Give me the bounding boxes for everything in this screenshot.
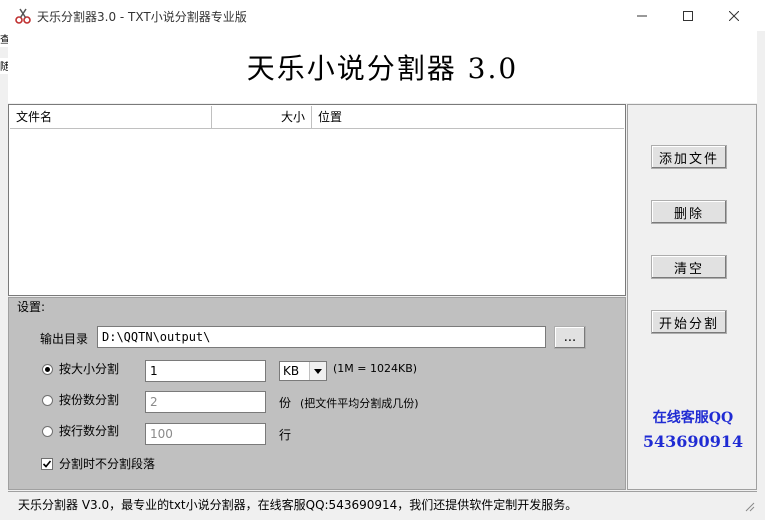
size-unit-select[interactable]: KB xyxy=(279,361,327,381)
title-bar: 天乐分割器3.0 - TXT小说分割器专业版 xyxy=(0,0,765,31)
parts-unit-label: 份 xyxy=(279,396,292,410)
close-button[interactable] xyxy=(711,0,757,31)
split-parts-input[interactable]: 2 xyxy=(145,391,266,413)
background-window-fragment: 查 xyxy=(0,31,8,47)
size-hint: (1M = 1024KB) xyxy=(333,362,418,375)
browse-button[interactable]: ... xyxy=(554,326,586,349)
support-label: 在线客服QQ xyxy=(652,410,734,426)
maximize-button[interactable] xyxy=(665,0,711,31)
settings-panel: 设置: 输出目录 D:\QQTN\output\ ... 按大小分割 1 KB … xyxy=(8,297,626,490)
minimize-button[interactable] xyxy=(619,0,665,31)
column-header-size[interactable]: 大小 xyxy=(212,106,312,128)
split-by-lines-label[interactable]: 按行数分割 xyxy=(59,422,119,439)
size-unit-value: KB xyxy=(283,364,300,378)
split-size-input[interactable]: 1 xyxy=(145,360,266,382)
split-lines-input[interactable]: 100 xyxy=(145,423,266,445)
app-title: 天乐小说分割器 3.0 xyxy=(246,52,519,85)
no-split-paragraph-label[interactable]: 分割时不分割段落 xyxy=(59,455,155,472)
start-split-button[interactable]: 开始分割 xyxy=(651,310,727,334)
output-dir-label: 输出目录 xyxy=(40,332,89,346)
clear-button[interactable]: 清空 xyxy=(651,255,727,279)
status-text: 天乐分割器 V3.0，最专业的txt小说分割器，在线客服QQ:543690914… xyxy=(18,498,578,512)
settings-title: 设置: xyxy=(17,300,46,314)
scissors-icon xyxy=(14,7,32,25)
split-by-size-label[interactable]: 按大小分割 xyxy=(59,360,119,377)
output-dir-input[interactable]: D:\QQTN\output\ xyxy=(97,326,546,348)
checkmark-icon xyxy=(42,460,52,468)
add-file-button[interactable]: 添加文件 xyxy=(651,145,727,169)
file-list[interactable]: 文件名 大小 位置 xyxy=(8,104,626,296)
split-by-parts-radio[interactable] xyxy=(42,395,53,406)
background-window-fragment: 随 xyxy=(0,58,8,74)
column-header-location[interactable]: 位置 xyxy=(312,106,624,128)
parts-hint: (把文件平均分割成几份) xyxy=(300,397,419,410)
window-title: 天乐分割器3.0 - TXT小说分割器专业版 xyxy=(37,10,247,24)
split-by-lines-radio[interactable] xyxy=(42,426,53,437)
minimize-icon xyxy=(637,15,647,16)
close-icon xyxy=(729,10,739,21)
lines-unit-label: 行 xyxy=(279,428,292,442)
split-by-size-radio[interactable] xyxy=(42,364,53,375)
action-panel: 添加文件 删除 清空 开始分割 在线客服QQ 543690914 xyxy=(627,104,757,490)
list-header: 文件名 大小 位置 xyxy=(10,106,624,129)
delete-button[interactable]: 删除 xyxy=(651,200,727,224)
header-banner: 天乐小说分割器 3.0 xyxy=(8,31,757,103)
dropdown-arrow-icon xyxy=(309,362,326,380)
split-by-parts-label[interactable]: 按份数分割 xyxy=(59,391,119,408)
column-header-filename[interactable]: 文件名 xyxy=(10,106,212,128)
support-qq-number: 543690914 xyxy=(642,432,744,451)
maximize-icon xyxy=(683,10,693,21)
resize-grip-icon[interactable] xyxy=(743,500,755,512)
no-split-paragraph-checkbox[interactable] xyxy=(41,458,53,470)
status-bar: 天乐分割器 V3.0，最专业的txt小说分割器，在线客服QQ:543690914… xyxy=(8,491,757,514)
